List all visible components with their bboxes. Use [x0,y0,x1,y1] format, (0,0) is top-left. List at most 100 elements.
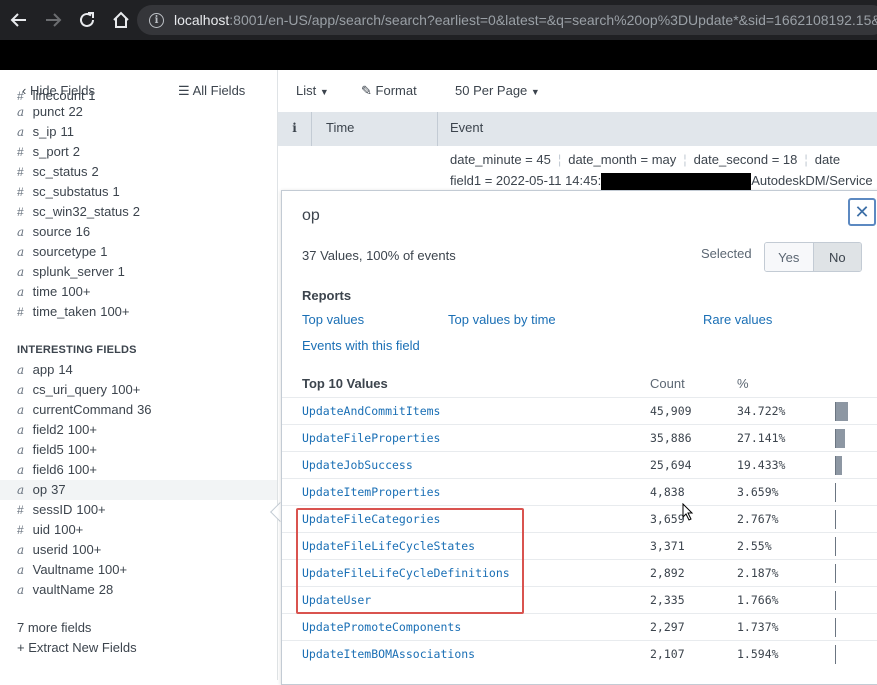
redacted-block [601,173,752,191]
site-info-icon[interactable]: i [149,12,164,28]
field-row[interactable]: a currentCommand 36 [17,400,277,420]
extract-new-fields-link[interactable]: + Extract New Fields [17,638,277,658]
top-value-percent: 2.55% [737,539,772,553]
field-row[interactable]: a punct 22 [17,102,277,122]
top-value-link[interactable]: UpdateFileLifeCycleStates [302,539,475,553]
field-row[interactable]: a userid 100+ [17,540,277,560]
selected-no-button[interactable]: No [813,243,861,271]
format-button[interactable]: ✎ Format [361,83,417,99]
top-value-link[interactable]: UpdateFileCategories [302,512,440,526]
back-arrow-icon[interactable] [4,5,34,35]
top-value-link[interactable]: UpdateAndCommitItems [302,404,440,418]
field-name: field5 [32,442,64,457]
field-row[interactable]: a vaultName 28 [17,580,277,600]
field-count: 2 [72,144,80,159]
top-value-bar [835,456,843,475]
field-row[interactable]: a cs_uri_query 100+ [17,380,277,400]
reload-icon[interactable] [72,5,102,35]
top-value-link[interactable]: UpdateFileLifeCycleDefinitions [302,566,510,580]
list-dropdown[interactable]: List ▼ [296,83,329,98]
top-value-count: 3,371 [650,539,685,553]
field-row[interactable]: # sc_substatus 1 [17,182,277,202]
field-row[interactable]: # sc_status 2 [17,162,277,182]
events-with-field-link[interactable]: Events with this field [302,338,420,353]
field-row[interactable]: # sc_win32_status 2 [17,202,277,222]
field-row[interactable]: # sessID 100+ [17,500,277,520]
field-name: punct [32,104,65,119]
field-row[interactable]: a splunk_server 1 [17,262,277,282]
count-column-header: Count [650,376,685,391]
field-row[interactable]: a field5 100+ [17,440,277,460]
url-host: localhost [174,12,230,28]
event-field1-tail[interactable]: AutodeskDM/Service [751,173,872,188]
event-field1-value[interactable]: 2022-05-11 14:45: [496,173,601,188]
field-row[interactable]: a s_ip 11 [17,122,277,142]
field-count: 22 [68,104,83,119]
field-row-partial[interactable]: # linecount 1 [17,86,277,102]
per-page-dropdown[interactable]: 50 Per Page ▼ [455,83,540,98]
string-type-icon: a [17,443,25,457]
field-row[interactable]: a time 100+ [17,282,277,302]
field-row[interactable]: a source 16 [17,222,277,242]
pencil-icon: ✎ [361,83,372,98]
string-type-icon: a [17,225,25,239]
top-value-bar [835,645,836,664]
forward-arrow-icon[interactable] [38,5,68,35]
interesting-fields-heading: INTERESTING FIELDS [17,344,137,356]
top-value-link[interactable]: UpdatePromoteComponents [302,620,461,634]
field-name: field6 [32,462,64,477]
string-type-icon: a [17,483,25,497]
selected-yes-button[interactable]: Yes [765,243,814,271]
close-icon[interactable]: ✕ [848,198,876,226]
field-row[interactable]: a sourcetype 1 [17,242,277,262]
top-value-percent: 2.187% [737,566,779,580]
top-value-bar-track [835,402,849,421]
field-row[interactable]: a Vaultname 100+ [17,560,277,580]
field-count: 100+ [67,462,97,477]
event-field-date-month[interactable]: date_month = may [568,152,676,167]
top-10-values-heading: Top 10 Values [302,376,388,391]
string-type-icon: a [17,245,25,259]
field-row[interactable]: a app 14 [17,360,277,380]
field-row[interactable]: a field2 100+ [17,420,277,440]
top-values-by-time-link[interactable]: Top values by time [448,312,556,327]
number-type-icon: # [17,523,24,537]
top-value-link[interactable]: UpdateItemBOMAssociations [302,647,475,661]
time-column-header[interactable]: Time [312,112,438,146]
top-value-row: UpdateFileCategories 3,659 2.767% [282,505,877,532]
url-path: :8001/en-US/app/search/search?earliest=0… [229,12,877,28]
top-values-link[interactable]: Top values [302,312,364,327]
address-bar[interactable]: i localhost:8001/en-US/app/search/search… [137,5,877,35]
field-row[interactable]: # time_taken 100+ [17,302,277,322]
home-icon[interactable] [106,5,136,35]
field-summary-popup: op ✕ 37 Values, 100% of events Selected … [281,190,877,685]
caret-down-icon: ▼ [319,87,329,97]
rare-values-link[interactable]: Rare values [703,312,772,327]
event-field-date-second[interactable]: date_second = 18 [694,152,798,167]
top-value-link[interactable]: UpdateJobSuccess [302,458,413,472]
string-type-icon: a [17,265,25,279]
selected-label: Selected [701,246,752,261]
field-row-op-selected[interactable]: a op 37 [0,480,277,500]
top-value-link[interactable]: UpdateUser [302,593,371,607]
more-fields-link[interactable]: 7 more fields [17,618,277,638]
field-count: 16 [75,224,91,239]
top-value-percent: 1.737% [737,620,779,634]
top-value-link[interactable]: UpdateFileProperties [302,431,440,445]
event-field-date-minute[interactable]: date_minute = 45 [450,152,551,167]
field-row[interactable]: # s_port 2 [17,142,277,162]
caret-down-icon: ▼ [530,87,540,97]
event-field-date-more[interactable]: date [815,152,840,167]
top-value-bar-track [835,483,849,502]
top-value-percent: 1.766% [737,593,779,607]
top-value-bar-track [835,618,849,637]
field-count: 14 [58,362,73,377]
string-type-icon: a [17,285,25,299]
field-count: 36 [137,402,152,417]
top-value-row: UpdateFileLifeCycleDefinitions 2,892 2.187… [282,559,877,586]
field-row[interactable]: a field6 100+ [17,460,277,480]
info-column-header: i [278,112,312,146]
event-fields-line: date_minute = 45 ¦ date_month = may ¦ date_s… [450,152,841,167]
field-row[interactable]: # uid 100+ [17,520,277,540]
top-value-link[interactable]: UpdateItemProperties [302,485,440,499]
